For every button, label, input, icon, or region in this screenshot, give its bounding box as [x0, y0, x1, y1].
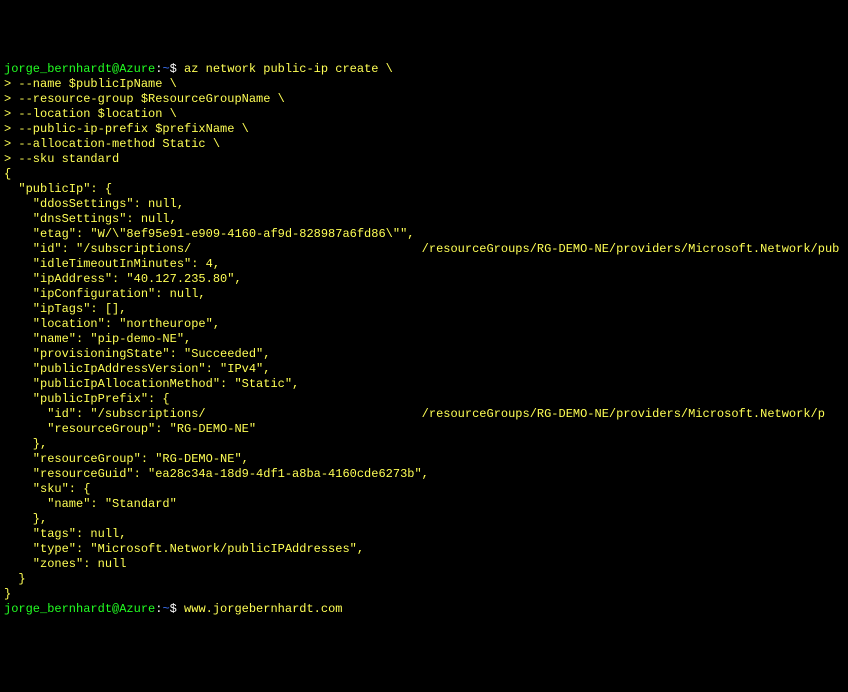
- output-line: }: [4, 572, 26, 586]
- prompt-tilde: ~: [162, 602, 169, 616]
- command-continuation: > --sku standard: [4, 152, 119, 166]
- output-line-redacted-tail: /resourceGroups/RG-DEMO-NE/providers/Mic…: [191, 242, 839, 256]
- prompt-user-host: jorge_bernhardt@Azure: [4, 602, 155, 616]
- command-text: www.jorgebernhardt.com: [184, 602, 342, 616]
- output-line: "resourceGroup": "RG-DEMO-NE",: [4, 452, 249, 466]
- output-line: {: [4, 167, 11, 181]
- output-line: }: [4, 587, 11, 601]
- prompt-tilde: ~: [162, 62, 169, 76]
- output-line: "name": "Standard": [4, 497, 177, 511]
- output-line: "ddosSettings": null,: [4, 197, 184, 211]
- output-line: "tags": null,: [4, 527, 126, 541]
- output-line: "location": "northeurope",: [4, 317, 220, 331]
- output-line: "ipTags": [],: [4, 302, 126, 316]
- terminal[interactable]: jorge_bernhardt@Azure:~$ az network publ…: [4, 62, 844, 617]
- output-line: "id": "/subscriptions/: [4, 242, 191, 256]
- output-line: "publicIpAddressVersion": "IPv4",: [4, 362, 270, 376]
- output-line: "zones": null: [4, 557, 126, 571]
- command-continuation: > --public-ip-prefix $prefixName \: [4, 122, 249, 136]
- output-line: "resourceGuid": "ea28c34a-18d9-4df1-a8ba…: [4, 467, 429, 481]
- output-line: "type": "Microsoft.Network/publicIPAddre…: [4, 542, 364, 556]
- prompt-dollar: $: [170, 62, 184, 76]
- command-continuation: > --allocation-method Static \: [4, 137, 220, 151]
- output-line: "id": "/subscriptions/: [4, 407, 206, 421]
- output-line: "provisioningState": "Succeeded",: [4, 347, 270, 361]
- output-line: "sku": {: [4, 482, 90, 496]
- prompt-user-host: jorge_bernhardt@Azure: [4, 62, 155, 76]
- output-line: "idleTimeoutInMinutes": 4,: [4, 257, 220, 271]
- output-line: "resourceGroup": "RG-DEMO-NE": [4, 422, 256, 436]
- command-continuation: > --location $location \: [4, 107, 177, 121]
- output-line: "ipConfiguration": null,: [4, 287, 206, 301]
- output-line: "publicIpPrefix": {: [4, 392, 170, 406]
- output-line-redacted-tail: /resourceGroups/RG-DEMO-NE/providers/Mic…: [206, 407, 825, 421]
- output-line: "publicIp": {: [4, 182, 112, 196]
- output-line: "dnsSettings": null,: [4, 212, 177, 226]
- command-text: az network public-ip create \: [184, 62, 393, 76]
- command-continuation: > --resource-group $ResourceGroupName \: [4, 92, 285, 106]
- prompt-colon: :: [155, 602, 162, 616]
- prompt-dollar: $: [170, 602, 184, 616]
- output-line: "ipAddress": "40.127.235.80",: [4, 272, 242, 286]
- output-line: },: [4, 437, 47, 451]
- output-line: "etag": "W/\"8ef95e91-e909-4160-af9d-828…: [4, 227, 414, 241]
- command-continuation: > --name $publicIpName \: [4, 77, 177, 91]
- output-line: "publicIpAllocationMethod": "Static",: [4, 377, 299, 391]
- output-line: "name": "pip-demo-NE",: [4, 332, 191, 346]
- output-line: },: [4, 512, 47, 526]
